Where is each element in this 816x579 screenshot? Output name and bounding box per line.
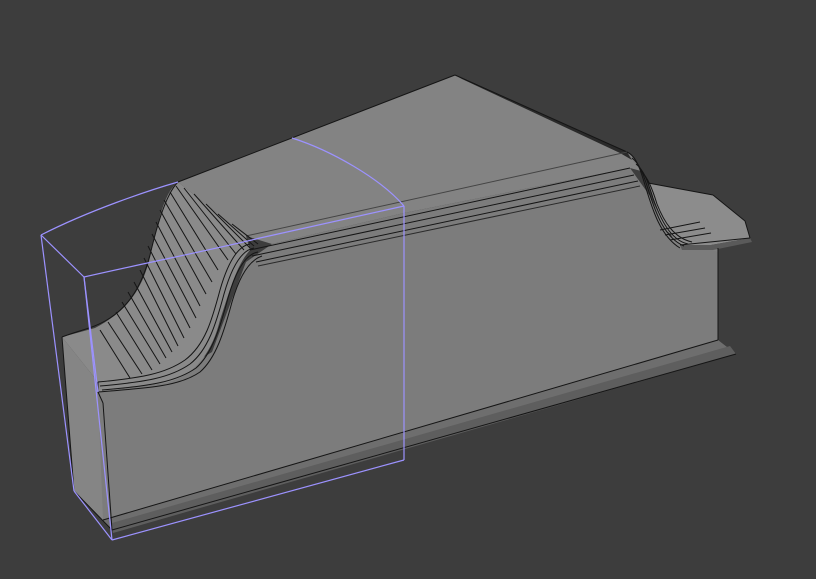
cage-left-back-edge (40, 234, 85, 278)
viewport-canvas[interactable] (0, 0, 816, 579)
mesh-model[interactable] (61, 74, 752, 533)
3d-viewport[interactable] (0, 0, 816, 579)
